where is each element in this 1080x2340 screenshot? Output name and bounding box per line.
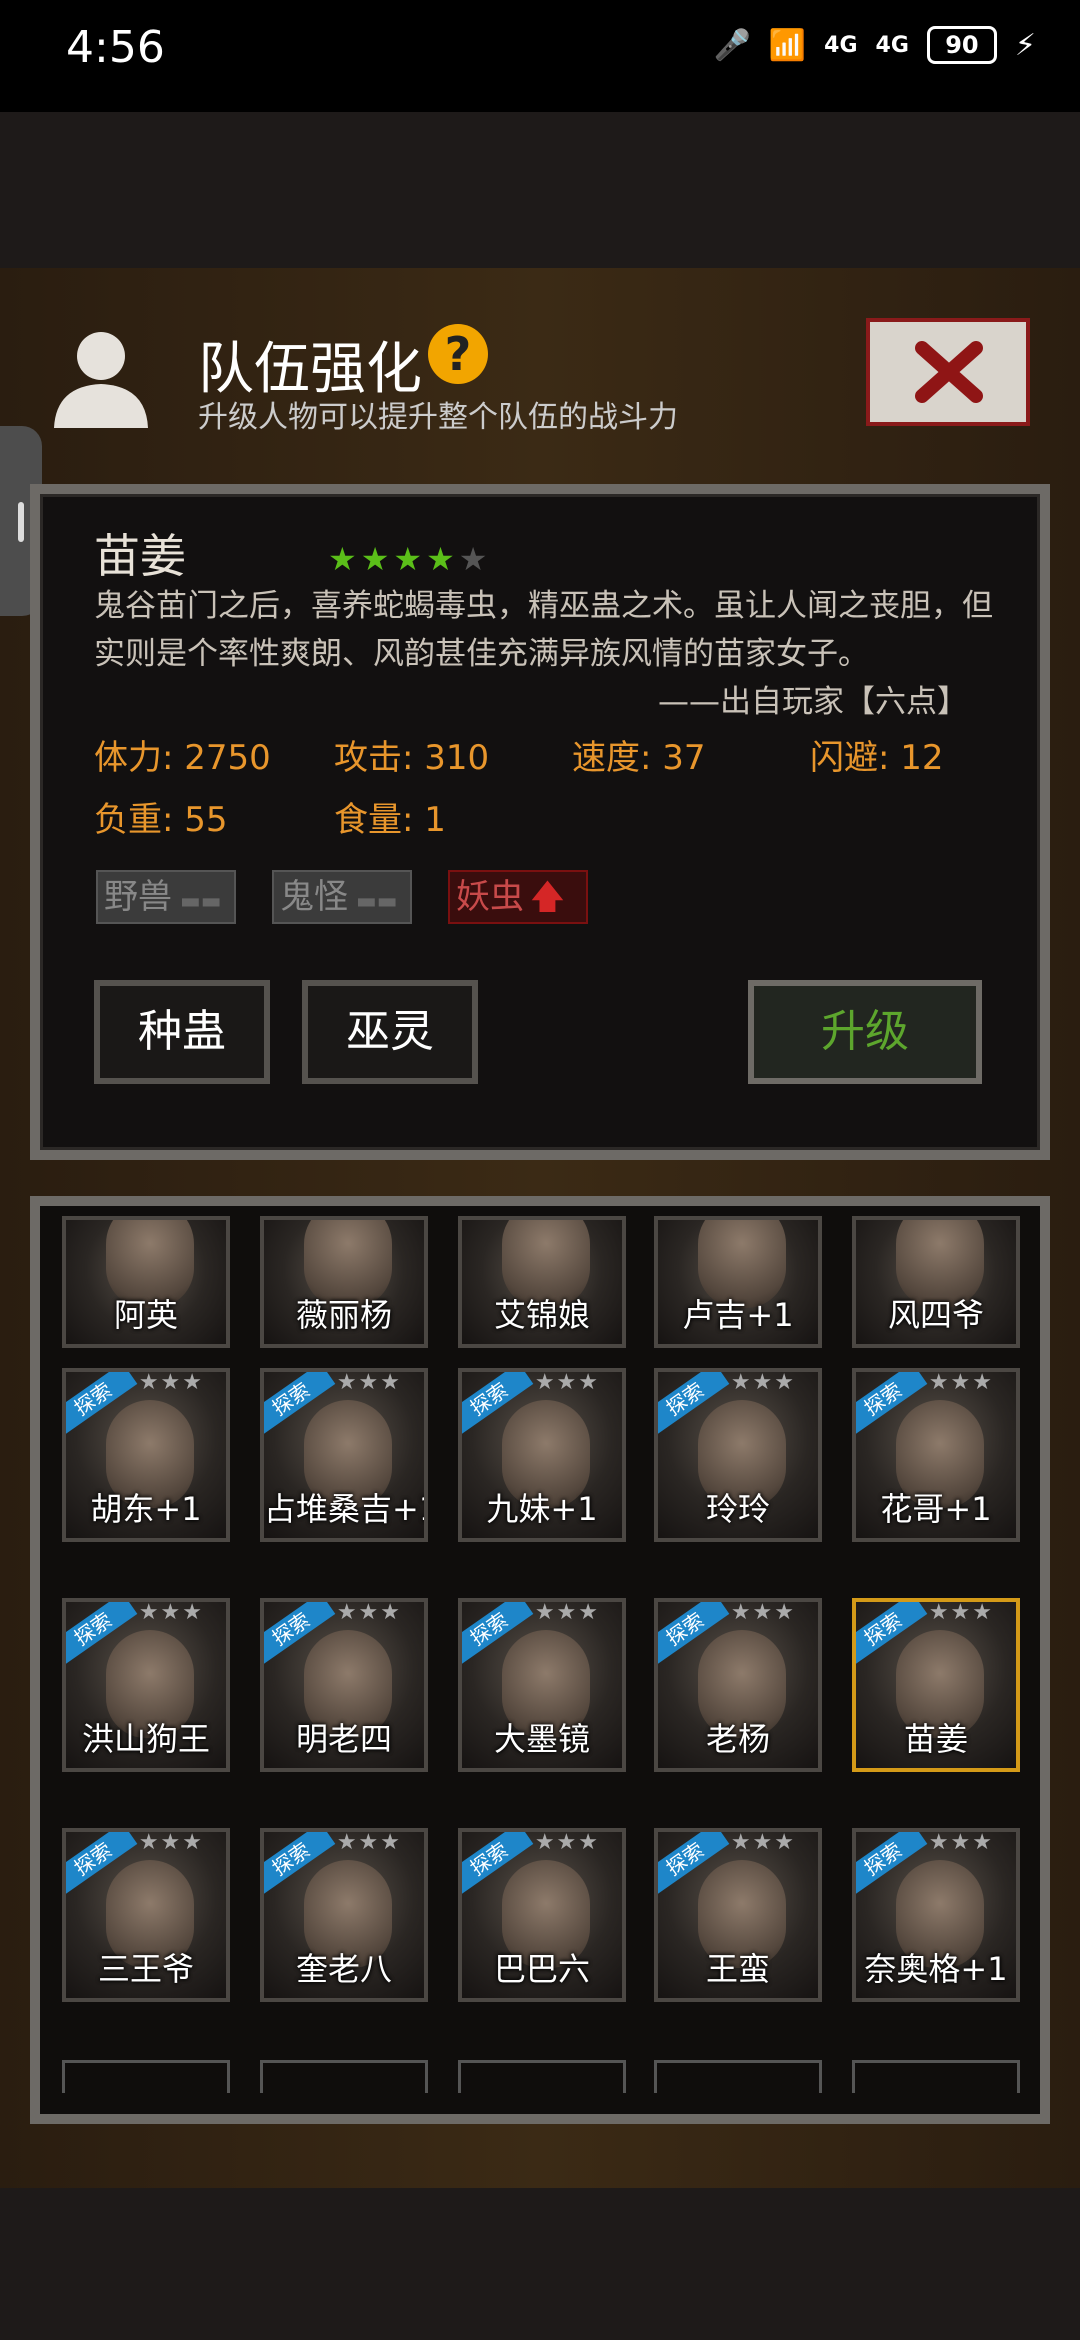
battery-icon: 90 [926, 26, 997, 64]
mic-icon: 🎤 [713, 27, 751, 63]
empty-slot [260, 2060, 428, 2103]
roster-card[interactable]: 阿英 [62, 1216, 230, 1348]
signal-icon-2: 4G [875, 32, 909, 58]
avatar-icon [54, 332, 148, 428]
stat-hp: 体力: 2750 [94, 738, 271, 778]
page-subtitle: 升级人物可以提升整个队伍的战斗力 [198, 400, 678, 435]
stat-load: 负重: 55 [94, 800, 228, 840]
star-icon: ★ [328, 540, 357, 578]
star-icon: ★ [458, 540, 488, 578]
wifi-icon: 📶 [768, 27, 807, 63]
star-icon: ★ [393, 540, 423, 578]
empty-slot [62, 2060, 230, 2103]
skill-button-1[interactable]: 种蛊 [94, 980, 270, 1084]
roster-card[interactable]: 探索 ★★★ 九妹+1 [458, 1368, 626, 1542]
stat-attack: 攻击: 310 [334, 738, 490, 778]
roster-card[interactable]: 艾锦娘 [458, 1216, 626, 1348]
roster-card[interactable]: 薇丽杨 [260, 1216, 428, 1348]
roster-card[interactable]: 探索 ★★★ 老杨 [654, 1598, 822, 1772]
upgrade-button[interactable]: 升级 [748, 980, 982, 1084]
help-icon[interactable]: ? [428, 324, 488, 384]
empty-slot [852, 2060, 1020, 2103]
roster-card[interactable]: 风四爷 [852, 1216, 1020, 1348]
roster-card[interactable]: 探索 ★★★ 玲玲 [654, 1368, 822, 1542]
stat-food: 食量: 1 [334, 800, 446, 840]
roster-card[interactable]: 探索 ★★★ 三王爷 [62, 1828, 230, 2002]
roster-card[interactable]: 探索 ★★★ 奎老八 [260, 1828, 428, 2002]
star-icon: ★ [360, 540, 390, 578]
tag-beast: 野兽 ▬▬ [96, 870, 236, 924]
roster-card[interactable]: 探索 ★★★ 花哥+1 [852, 1368, 1020, 1542]
status-time: 4:56 [66, 22, 165, 73]
character-source: ——出自玩家【六点】 [658, 684, 968, 720]
signal-icon: 4G [824, 32, 858, 58]
roster-card-selected[interactable]: 探索 ★★★ 苗姜 [852, 1598, 1020, 1772]
charging-icon: ⚡ [1014, 27, 1036, 63]
character-stars: ★ ★ ★ ★ ★ [328, 540, 487, 578]
star-icon: ★ [426, 540, 455, 578]
roster-card[interactable]: 探索 ★★★ 奈奥格+1 [852, 1828, 1020, 2002]
roster-card[interactable]: 探索 ★★★ 洪山狗王 [62, 1598, 230, 1772]
stat-speed: 速度: 37 [572, 738, 706, 778]
tag-ghost: 鬼怪 ▬▬ [272, 870, 412, 924]
roster-card[interactable]: 卢吉+1 [654, 1216, 822, 1348]
skill-button-2[interactable]: 巫灵 [302, 980, 478, 1084]
character-description: 鬼谷苗门之后，喜养蛇蝎毒虫，精巫蛊之术。虽让人闻之丧胆，但实则是个率性爽朗、风韵… [94, 588, 993, 672]
empty-slot [458, 2060, 626, 2103]
roster-card[interactable]: 探索 ★★★ 巴巴六 [458, 1828, 626, 2002]
character-name: 苗姜 [94, 529, 186, 583]
roster-card[interactable]: 探索 ★★★ 胡东+1 [62, 1368, 230, 1542]
up-arrow-icon: 🡅 [530, 877, 565, 917]
roster-card[interactable]: 探索 ★★★ 王蛮 [654, 1828, 822, 2002]
status-bar: 4:56 🎤 📶 4G 4G 90 ⚡ [0, 0, 1080, 112]
tag-insect: 妖虫 🡅 [448, 870, 588, 924]
roster-card[interactable]: 探索 ★★★ 占堆桑吉+1 [260, 1368, 428, 1542]
empty-slot [654, 2060, 822, 2103]
status-icons: 🎤 📶 4G 4G 90 ⚡ [713, 26, 1036, 64]
close-icon [915, 341, 983, 403]
close-button[interactable] [866, 318, 1030, 426]
roster-card[interactable]: 探索 ★★★ 大墨镜 [458, 1598, 626, 1772]
stat-dodge: 闪避: 12 [810, 738, 944, 778]
roster-card[interactable]: 探索 ★★★ 明老四 [260, 1598, 428, 1772]
